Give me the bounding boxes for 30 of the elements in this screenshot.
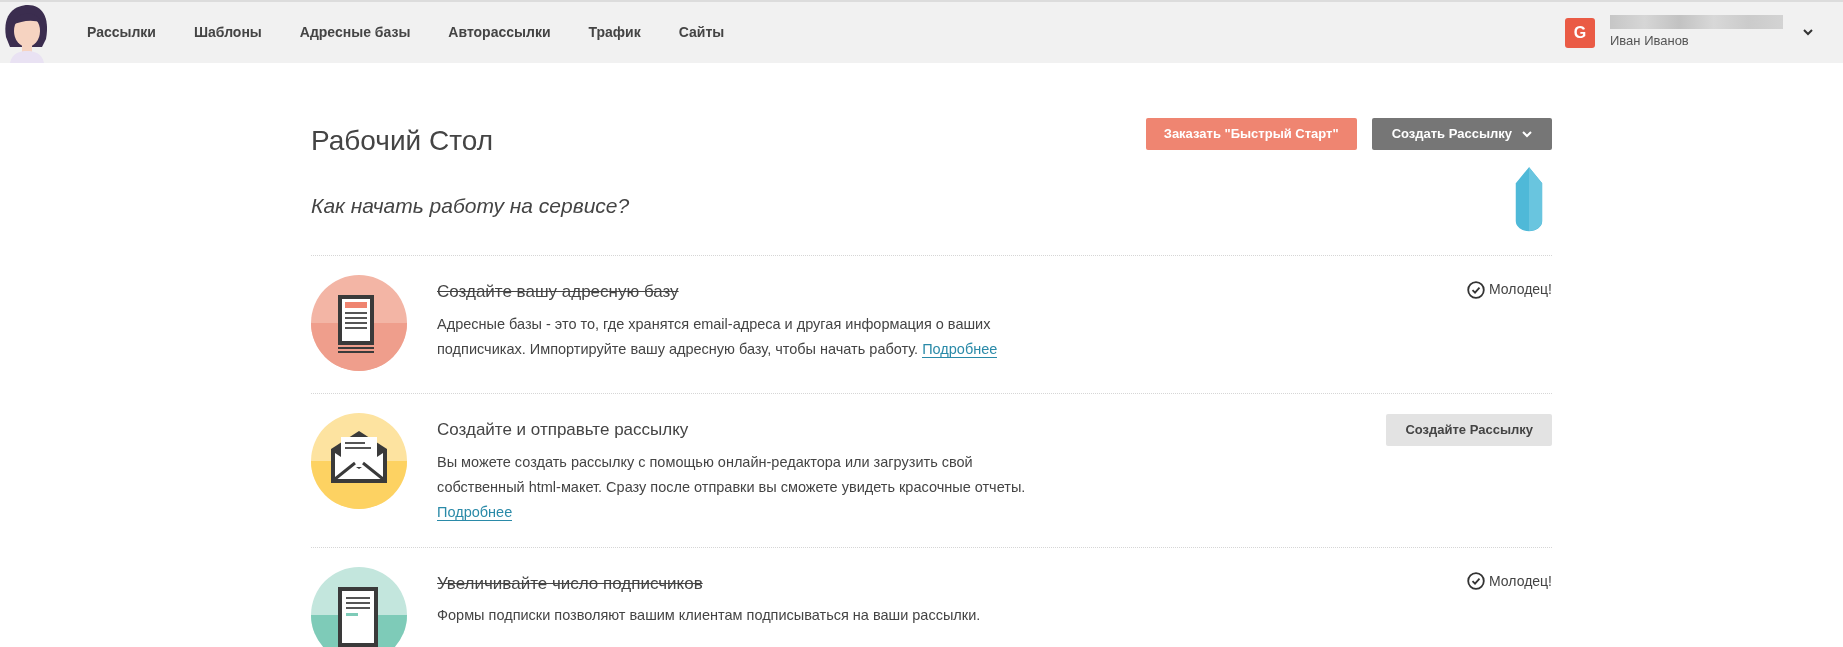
nav-link[interactable]: Адресные базы — [299, 22, 411, 43]
chevron-down-icon — [1522, 130, 1532, 138]
step-title: Создайте вашу адресную базу — [437, 281, 680, 303]
avatar-icon — [2, 2, 50, 63]
user-avatar: G — [1565, 17, 1595, 48]
envelope-icon — [311, 413, 407, 509]
document-icon — [311, 275, 407, 371]
page-title: Рабочий Стол — [311, 124, 493, 158]
user-name: Иван Иванов — [1610, 31, 1690, 50]
more-link[interactable]: Подробнее — [437, 503, 513, 521]
step-description: Вы можете создать рассылку с помощью онлайн-редактора или загрузить свой собственный html-макет. Сразу после отправки вы сможете увидеть красочные отчеты. Подробнее — [437, 452, 1027, 523]
more-link[interactable]: Подробнее — [922, 340, 998, 358]
checkmark-icon — [1467, 280, 1486, 299]
step-description: Адресные базы - это то, где хранятся email-адреса и другая информация о ваших подписчиках. Импортируйте вашу адресную базу, чтобы начать работу. Подробнее — [437, 314, 999, 360]
step-title: Увеличивайте число подписчиков — [437, 572, 704, 595]
done-label: Молодец! — [1489, 571, 1552, 591]
nav-link[interactable]: Шаблоны — [194, 22, 262, 43]
nav-link[interactable]: Трафик — [588, 22, 641, 43]
done-label: Молодец! — [1489, 280, 1552, 299]
nav-link[interactable]: Авторассылки — [448, 22, 551, 43]
step-description: Формы подписки позволяют вашим клиентам подписываться на ваши рассылки. — [437, 606, 982, 625]
nav-link[interactable]: Рассылки — [87, 22, 156, 43]
create-campaign-dropdown[interactable]: Создать Рассылку — [1371, 118, 1552, 150]
guide-heading: Как начать работу на сервисе? — [311, 192, 630, 219]
create-campaign-button[interactable]: Создайте Рассылку — [1386, 414, 1552, 446]
pointer-marker-icon — [1513, 165, 1545, 233]
chevron-down-icon — [1803, 29, 1813, 36]
checkmark-icon — [1467, 572, 1486, 590]
nav-link[interactable]: Сайты — [678, 22, 725, 43]
step-title: Создайте и отправьте рассылку — [437, 419, 690, 441]
